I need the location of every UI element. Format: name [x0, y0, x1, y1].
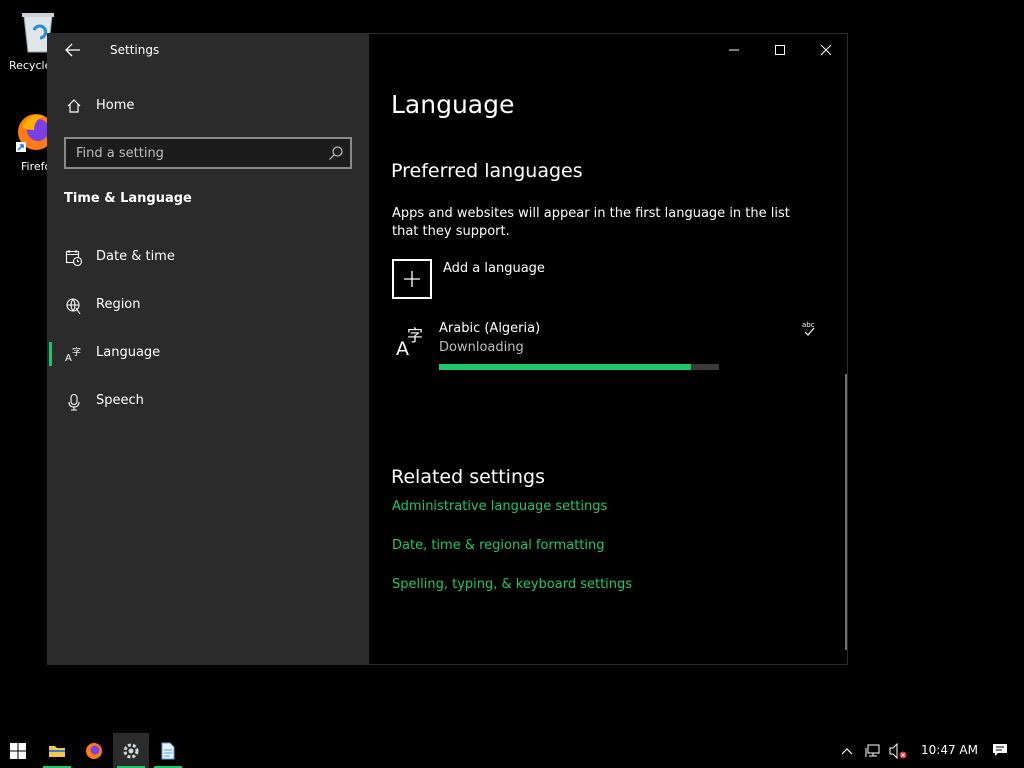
notification-icon	[993, 744, 1007, 756]
volume-button[interactable]	[885, 733, 911, 768]
scrollbar[interactable]	[845, 374, 847, 650]
keyboard-settings-link[interactable]: Spelling, typing, & keyboard settings	[392, 577, 632, 592]
section-title: Time & Language	[64, 191, 192, 206]
network-icon	[865, 744, 880, 757]
sidebar-home[interactable]: Home	[48, 94, 369, 120]
notepad-icon	[161, 742, 175, 759]
main-content: Language Preferred languages Apps and we…	[369, 34, 847, 664]
minimize-button[interactable]	[711, 34, 757, 66]
sidebar-item-language[interactable]: A 字 Language	[48, 337, 369, 371]
search-input[interactable]	[66, 144, 318, 162]
taskbar-clock[interactable]: 10:47 AM	[921, 743, 978, 757]
maximize-button[interactable]	[757, 34, 803, 66]
close-icon	[821, 45, 831, 55]
firefox-icon	[86, 742, 102, 759]
language-status: Downloading	[439, 340, 524, 355]
search-icon[interactable]	[328, 145, 344, 161]
close-button[interactable]	[803, 34, 849, 66]
preferred-languages-heading: Preferred languages	[391, 160, 583, 182]
language-icon: A 字	[65, 346, 81, 363]
app-title: Settings	[110, 43, 160, 57]
svg-text:abc: abc	[802, 321, 815, 329]
chevron-up-icon	[841, 747, 853, 754]
sidebar-item-speech[interactable]: Speech	[48, 385, 369, 419]
volume-muted-icon	[889, 742, 907, 759]
add-box	[392, 259, 432, 299]
download-progress-bar	[439, 364, 719, 370]
search-box	[64, 137, 352, 169]
sidebar-item-label: Region	[96, 297, 141, 312]
taskbar: 10:47 AM	[0, 733, 1024, 768]
folder-icon	[49, 745, 65, 757]
preferred-languages-description: Apps and websites will appear in the fir…	[392, 206, 790, 239]
plus-icon	[404, 271, 420, 287]
sidebar-item-label: Language	[96, 345, 161, 360]
taskbar-firefox[interactable]	[76, 733, 112, 768]
network-button[interactable]	[860, 733, 886, 768]
related-settings-heading: Related settings	[391, 466, 545, 488]
spell-check-icon: abc	[802, 321, 815, 336]
home-label: Home	[96, 98, 135, 113]
svg-text:字: 字	[72, 346, 81, 358]
recycle-bin-label: Recycle	[9, 59, 52, 72]
add-language-label: Add a language	[443, 261, 545, 276]
sidebar-item-label: Speech	[96, 393, 144, 408]
back-button[interactable]	[62, 40, 84, 60]
windows-logo-icon	[10, 742, 26, 759]
home-icon	[67, 99, 81, 113]
start-button[interactable]	[0, 733, 36, 768]
language-icon: A 字	[396, 326, 423, 357]
taskbar-notepad[interactable]	[150, 733, 186, 768]
gear-icon	[123, 743, 139, 758]
sidebar-item-date-time[interactable]: Date & time	[48, 241, 369, 275]
microphone-icon	[68, 393, 80, 411]
minimize-icon	[729, 49, 739, 51]
maximize-icon	[775, 45, 785, 55]
language-name: Arabic (Algeria)	[439, 321, 541, 336]
page-title: Language	[391, 90, 515, 119]
download-progress-fill	[439, 364, 691, 370]
sidebar-item-region[interactable]: Region	[48, 289, 369, 323]
back-arrow-icon	[65, 43, 80, 57]
svg-text:A: A	[65, 353, 72, 363]
sidebar: Settings Home Time & Language Date & tim…	[48, 34, 369, 664]
globe-icon	[66, 298, 81, 315]
selected-indicator	[49, 342, 52, 366]
action-center-button[interactable]	[982, 733, 1018, 768]
regional-formatting-link[interactable]: Date, time & regional formatting	[392, 538, 605, 553]
taskbar-settings[interactable]	[113, 733, 149, 768]
taskbar-file-explorer[interactable]	[39, 733, 75, 768]
language-list-item[interactable]: A 字 Arabic (Algeria) Downloading abc	[392, 319, 822, 375]
show-hidden-icons-button[interactable]	[832, 733, 862, 768]
admin-language-settings-link[interactable]: Administrative language settings	[392, 499, 607, 514]
sidebar-item-label: Date & time	[96, 249, 175, 264]
clock-calendar-icon	[65, 250, 83, 267]
settings-window: Settings Home Time & Language Date & tim…	[47, 33, 848, 665]
add-language-button[interactable]: Add a language	[392, 259, 652, 301]
svg-text:字: 字	[407, 326, 423, 345]
